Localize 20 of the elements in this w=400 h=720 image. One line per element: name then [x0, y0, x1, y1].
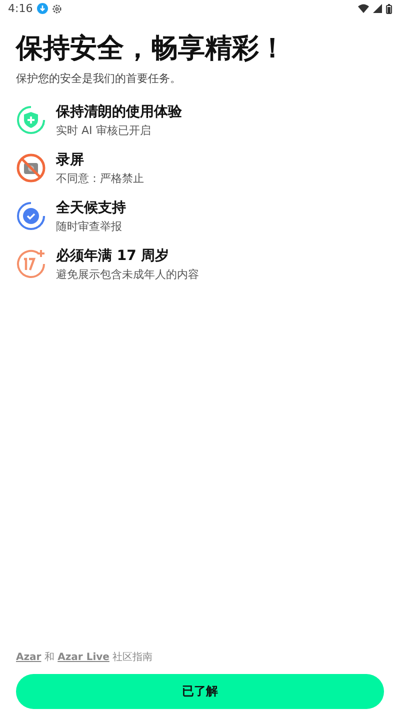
- feature-description: 避免展示包含未成年人的内容: [56, 266, 199, 282]
- acknowledge-button[interactable]: 已了解: [16, 674, 384, 709]
- signal-icon: [373, 4, 382, 13]
- page-title: 保持安全，畅享精彩！: [16, 32, 287, 66]
- battery-icon: [386, 4, 392, 14]
- download-icon: [36, 3, 48, 14]
- guidelines-link[interactable]: Azar Live: [58, 652, 110, 663]
- guidelines-link[interactable]: Azar: [16, 652, 42, 663]
- settings-icon: [52, 4, 62, 14]
- feature-description: 随时审查举报: [56, 218, 123, 234]
- feature-title: 必须年满 17 周岁: [56, 246, 170, 264]
- page-subtitle: 保护您的安全是我们的首要任务。: [16, 71, 182, 86]
- feature-description: 不同意：严格禁止: [56, 170, 144, 186]
- feature-title: 录屏: [56, 150, 85, 168]
- wifi-icon: [358, 4, 369, 13]
- feature-title: 保持清朗的使用体验: [56, 102, 182, 120]
- status-time: 4:16: [8, 2, 33, 15]
- feature-title: 全天候支持: [56, 198, 126, 216]
- community-guidelines-text: Azar 和 Azar Live 社区指南: [16, 650, 154, 664]
- feature-description: 实时 AI 审核已开启: [56, 122, 152, 138]
